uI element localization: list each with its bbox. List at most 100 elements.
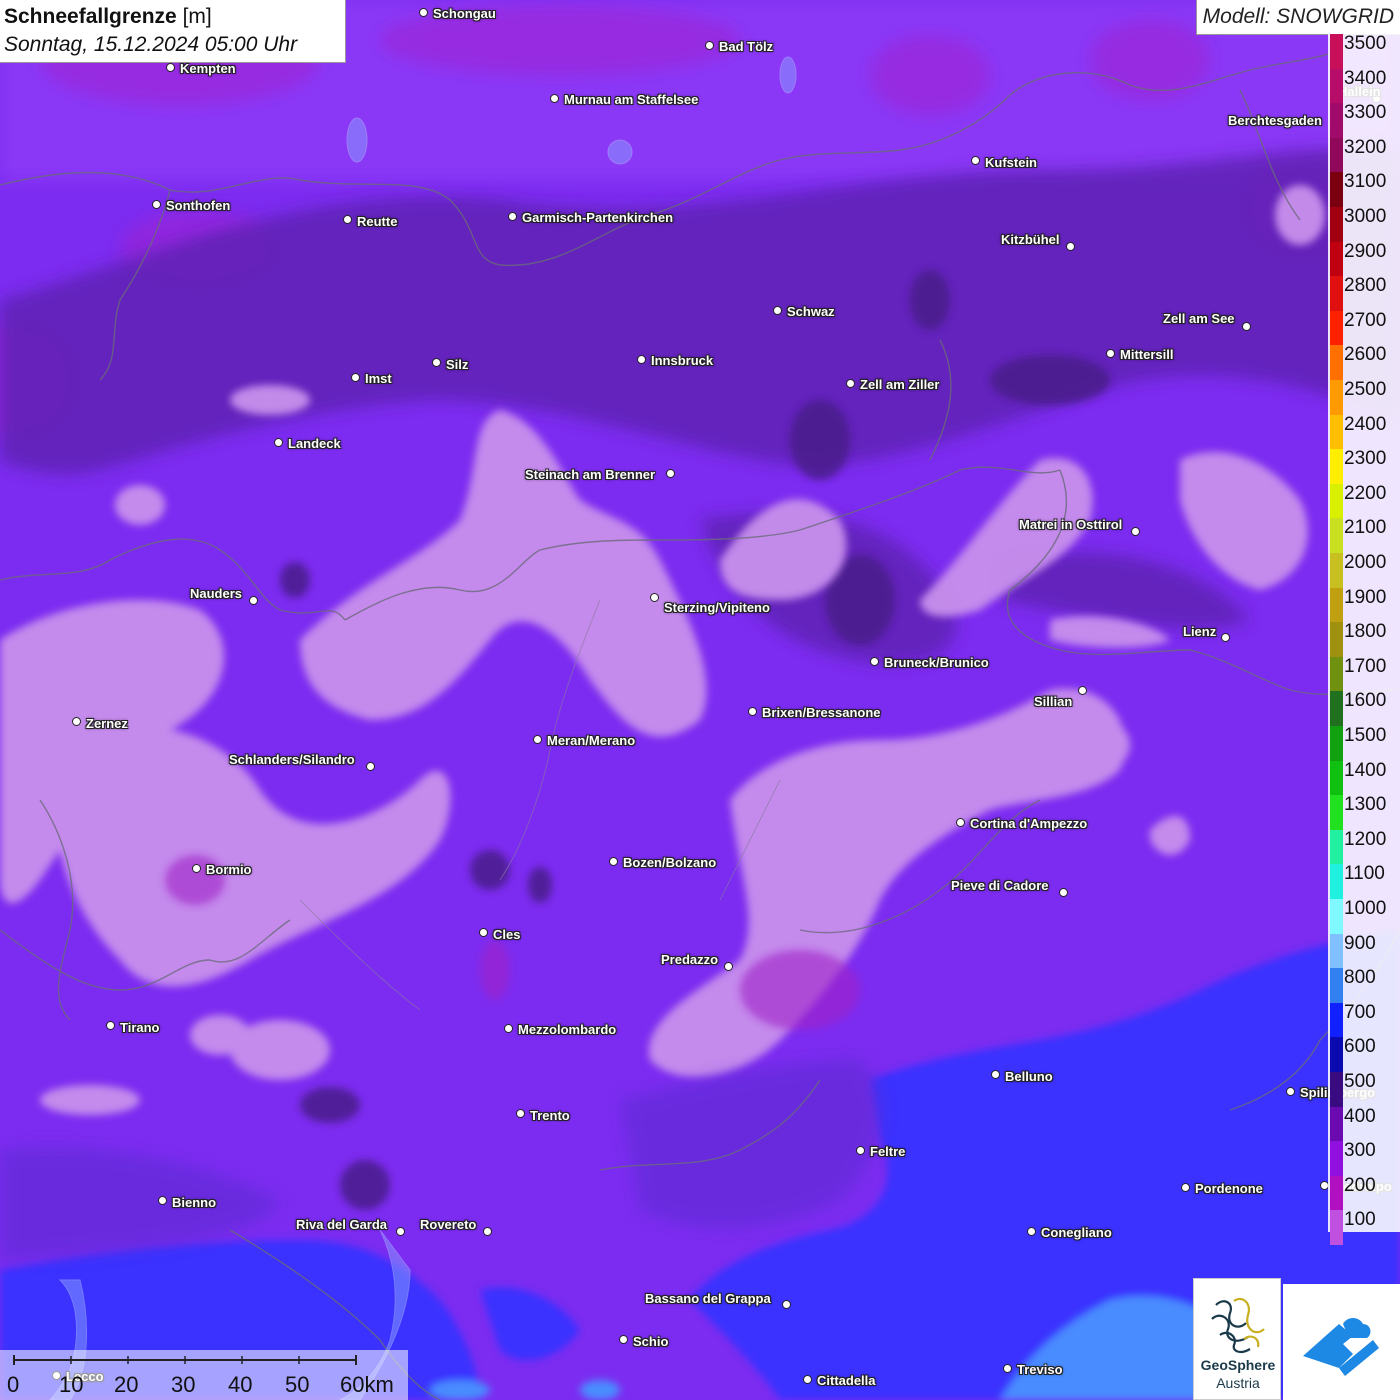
city-marker	[166, 63, 175, 72]
legend-tick-label: 3200	[1344, 136, 1387, 158]
legend-tick-label: 3300	[1344, 102, 1387, 124]
city-marker	[1181, 1183, 1190, 1192]
legend-swatch	[1330, 933, 1343, 969]
city-label: Bassano del Grappa	[645, 1291, 771, 1306]
city-marker	[846, 379, 855, 388]
city-label: Bad Tölz	[719, 39, 774, 54]
city-marker	[619, 1335, 628, 1344]
legend-tick-label: 2700	[1344, 309, 1387, 331]
geosphere-logo[interactable]: GeoSphere Austria	[1193, 1278, 1281, 1400]
city-marker	[773, 306, 782, 315]
city-marker	[516, 1109, 525, 1118]
city-label: Landeck	[288, 436, 341, 451]
legend-swatch	[1330, 1037, 1343, 1073]
city-label: Zernez	[86, 716, 128, 731]
legend-swatch	[1330, 380, 1343, 416]
legend-tick-label: 2800	[1344, 275, 1387, 297]
legend-tick-label: 2300	[1344, 448, 1387, 470]
legend-swatch	[1330, 968, 1343, 1004]
legend-tick-label: 1000	[1344, 898, 1387, 919]
city-marker	[1078, 686, 1087, 695]
legend-tick-label: 3100	[1344, 171, 1387, 193]
city-label: Nauders	[190, 586, 243, 601]
city-label: Predazzo	[661, 952, 719, 967]
city-marker	[158, 1196, 167, 1205]
legend-swatch	[1330, 68, 1343, 104]
city-marker	[479, 928, 488, 937]
city-label: Zell am See	[1163, 311, 1235, 326]
geosphere-logo-text-2: Austria	[1216, 1375, 1260, 1391]
city-marker	[991, 1070, 1000, 1079]
city-label: Sillian	[1034, 694, 1073, 709]
model-label: Modell: SNOWGRID	[1195, 0, 1400, 35]
scale-label: 60km	[340, 1372, 394, 1397]
city-label: Trento	[530, 1108, 570, 1123]
city-marker	[274, 438, 283, 447]
scale-label: 30	[171, 1372, 196, 1397]
legend-swatch	[1330, 829, 1343, 865]
city-label: Silz	[446, 357, 469, 372]
legend-swatch	[1330, 1210, 1343, 1246]
city-marker	[637, 355, 646, 364]
app-logo[interactable]	[1283, 1284, 1400, 1400]
legend-tick-label: 3500	[1344, 33, 1387, 54]
city-label: Murnau am Staffelsee	[564, 92, 699, 107]
city-marker	[343, 215, 352, 224]
legend-tick-label: 2100	[1344, 517, 1387, 539]
city-label: Schio	[633, 1334, 669, 1349]
legend-tick-label: 100	[1344, 1209, 1376, 1231]
city-label: Matrei in Osttirol	[1019, 517, 1123, 532]
legend-swatch	[1330, 656, 1343, 692]
legend-tick-label: 1900	[1344, 586, 1387, 608]
legend-swatch	[1330, 137, 1343, 173]
legend-tick-label: 500	[1344, 1071, 1376, 1092]
legend-swatch	[1330, 1106, 1343, 1142]
map-title: Schneefallgrenze [m]	[4, 5, 212, 28]
city-label: Kitzbühel	[1001, 232, 1060, 247]
legend-swatch	[1330, 241, 1343, 277]
legend-tick-label: 2900	[1344, 240, 1387, 262]
city-label: Pordenone	[1195, 1181, 1263, 1196]
legend-swatch	[1330, 1072, 1343, 1108]
city-marker	[192, 864, 201, 873]
geosphere-logo-icon	[1211, 1297, 1265, 1354]
city-marker	[483, 1227, 492, 1236]
city-marker	[396, 1227, 405, 1236]
geosphere-logo-text-1: GeoSphere	[1200, 1357, 1276, 1373]
city-marker	[609, 857, 618, 866]
city-label: Bienno	[172, 1195, 217, 1210]
city-label: Mezzolombardo	[518, 1022, 617, 1037]
city-label: Garmisch-Partenkirchen	[522, 210, 674, 225]
city-marker	[705, 41, 714, 50]
legend-swatch	[1330, 103, 1343, 139]
city-label: Reutte	[357, 214, 398, 229]
city-label: Imst	[365, 371, 392, 386]
city-label: Bormio	[206, 862, 252, 877]
city-marker	[249, 596, 258, 605]
legend-swatch	[1330, 1002, 1343, 1038]
legend-swatch	[1330, 449, 1343, 485]
city-label: Sonthofen	[166, 198, 231, 213]
scale-label: 50	[285, 1372, 310, 1397]
city-marker	[1221, 633, 1230, 642]
scale-label: 20	[114, 1372, 139, 1397]
city-marker	[1286, 1087, 1295, 1096]
scale-label: 10	[59, 1372, 84, 1397]
city-label: Treviso	[1017, 1362, 1063, 1377]
city-label: Feltre	[870, 1144, 906, 1159]
city-label: Riva del Garda	[296, 1217, 388, 1232]
city-marker	[106, 1021, 115, 1030]
city-marker	[351, 373, 360, 382]
city-marker	[1131, 527, 1140, 536]
city-label: Kufstein	[985, 155, 1037, 170]
legend-swatch	[1330, 483, 1343, 519]
legend-tick-label: 1400	[1344, 759, 1387, 781]
city-label: Bruneck/Brunico	[884, 655, 989, 670]
city-marker	[432, 358, 441, 367]
snowfall-map[interactable]: Schneefallgrenze [m] Sonntag, 15.12.2024…	[0, 0, 1400, 1400]
city-label: Cittadella	[817, 1373, 876, 1388]
city-marker	[724, 962, 733, 971]
legend-swatch	[1330, 172, 1343, 208]
city-marker	[971, 156, 980, 165]
legend-tick-label: 300	[1344, 1140, 1376, 1162]
